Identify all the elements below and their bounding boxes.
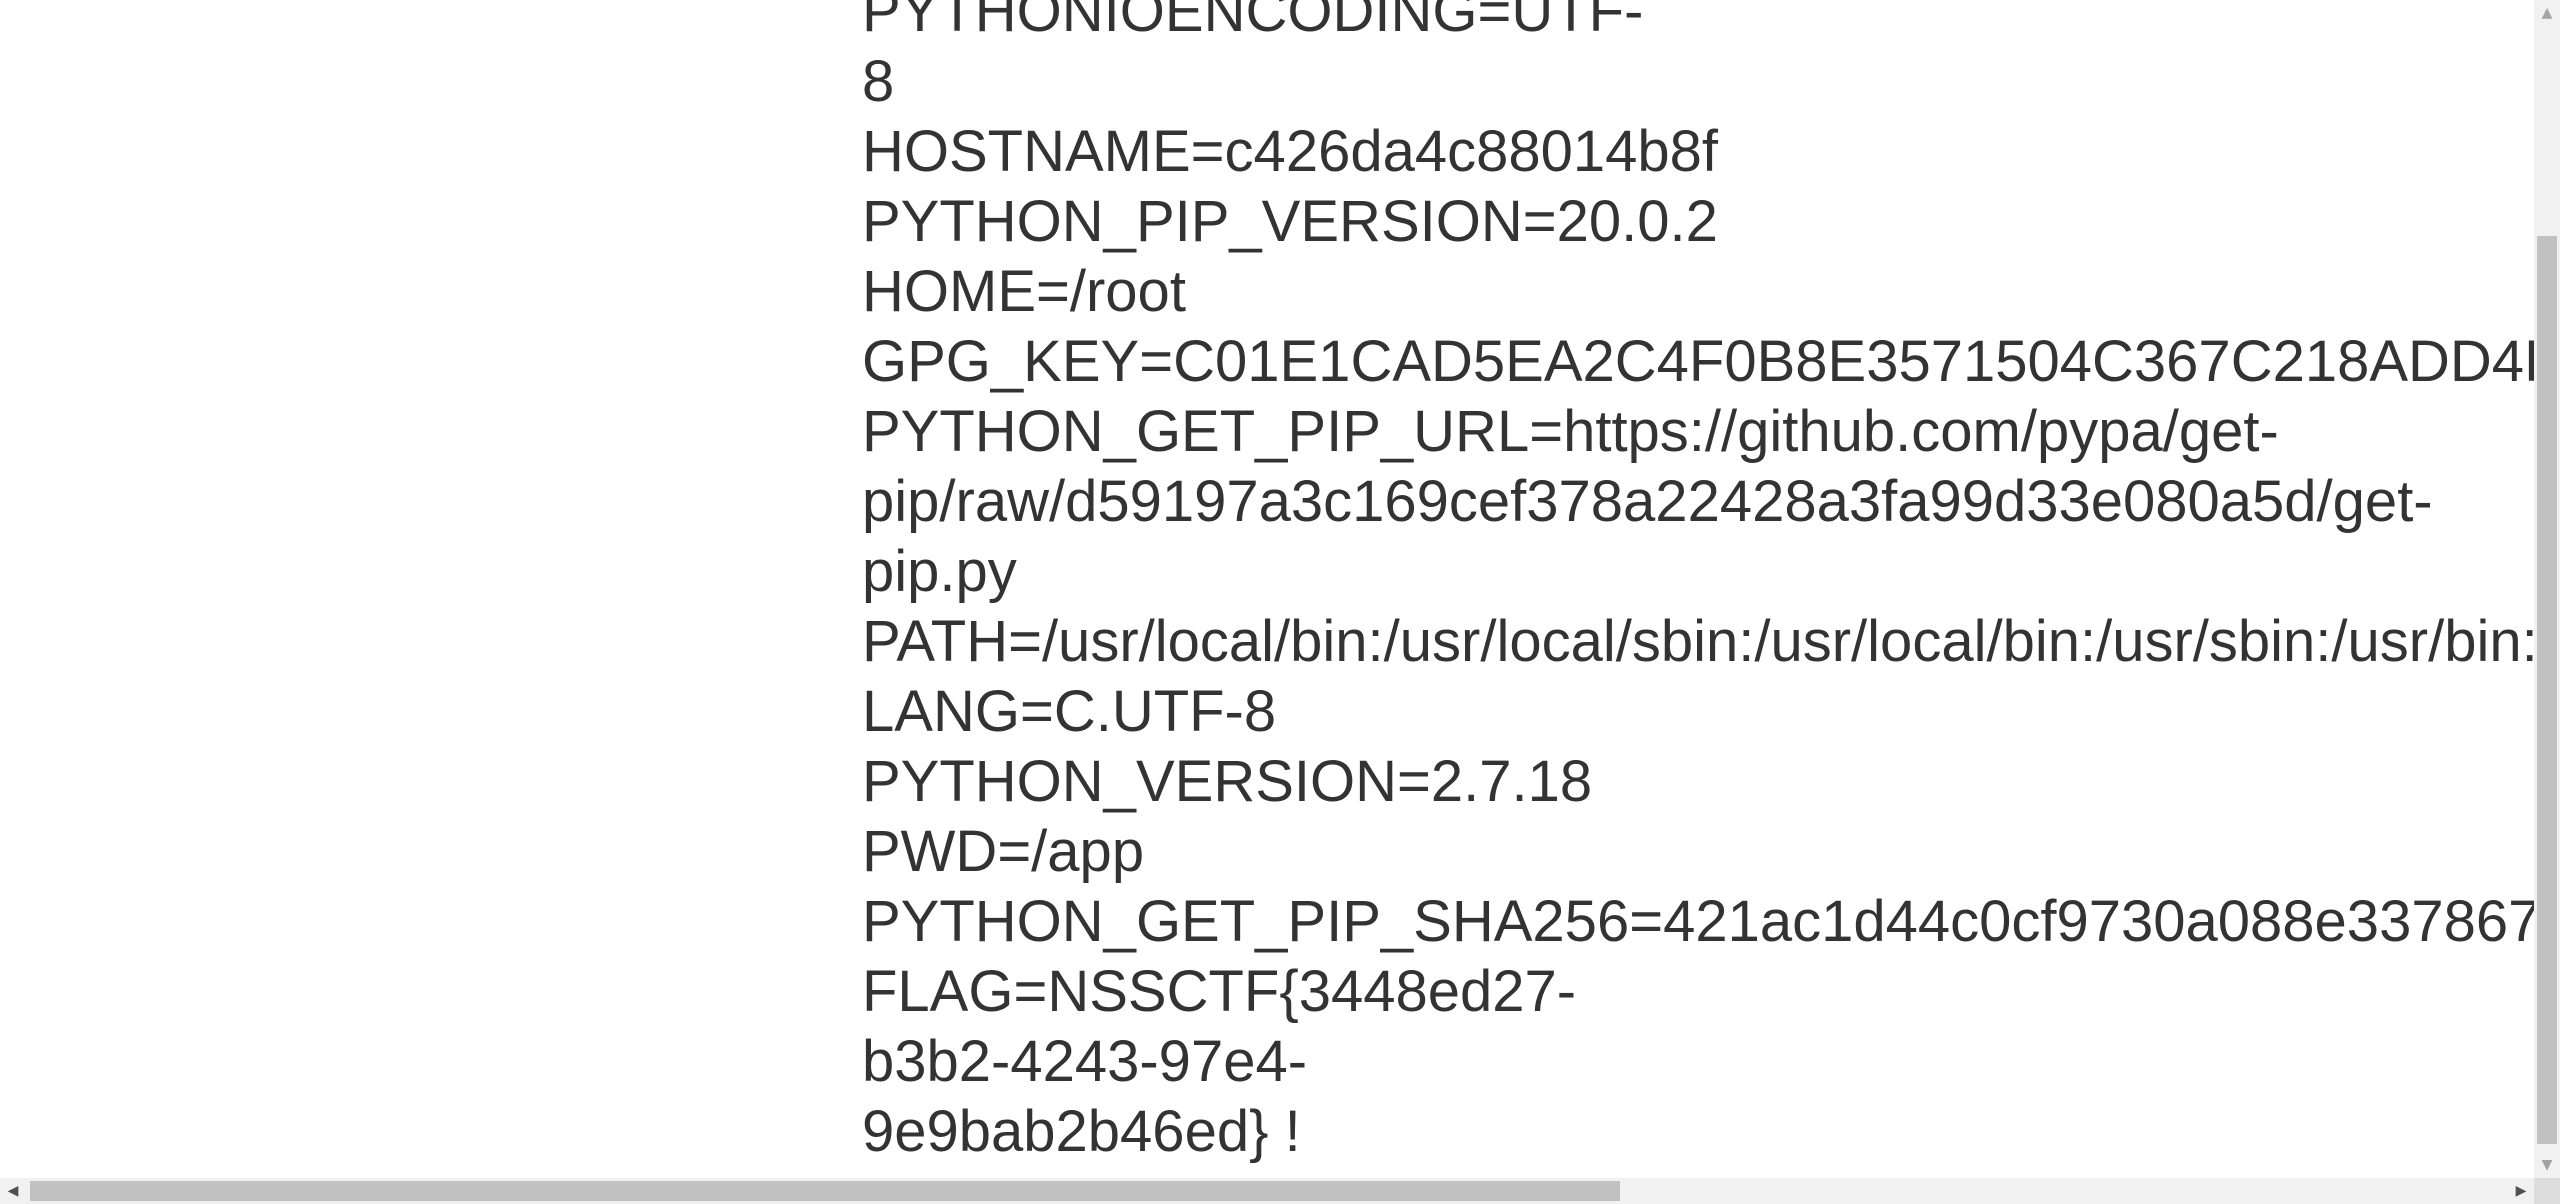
- env-line: pip/raw/d59197a3c169cef378a22428a3fa99d3…: [862, 469, 2433, 534]
- scroll-down-arrow-icon[interactable]: ▼: [2534, 1152, 2560, 1178]
- env-line: FLAG=NSSCTF{3448ed27-: [862, 959, 1577, 1024]
- env-line: PYTHON_VERSION=2.7.18: [862, 749, 1593, 814]
- horizontal-scrollbar[interactable]: ◀ ▶: [0, 1178, 2534, 1204]
- env-line: PYTHON_GET_PIP_SHA256=421ac1d44c0cf9730a…: [862, 889, 2534, 954]
- scroll-right-arrow-icon[interactable]: ▶: [2508, 1178, 2534, 1204]
- env-line: PYTHONIOENCODING=UTF-: [862, 0, 1644, 44]
- horizontal-scroll-thumb[interactable]: [30, 1181, 1620, 1201]
- scrollbar-corner: [2534, 1178, 2560, 1204]
- env-line: PWD=/app: [862, 819, 1145, 884]
- scroll-left-arrow-icon[interactable]: ◀: [0, 1178, 26, 1204]
- scroll-up-arrow-icon[interactable]: ▲: [2534, 0, 2560, 26]
- env-line: HOSTNAME=c426da4c88014b8f: [862, 119, 1719, 184]
- vertical-scrollbar[interactable]: ▲ ▼: [2534, 0, 2560, 1178]
- env-line: pip.py: [862, 539, 1017, 604]
- env-line: HOME=/root: [862, 259, 1186, 324]
- env-line: LANG=C.UTF-8: [862, 679, 1277, 744]
- env-line: GPG_KEY=C01E1CAD5EA2C4F0B8E3571504C367C2…: [862, 329, 2534, 394]
- env-line: PYTHON_PIP_VERSION=20.0.2: [862, 189, 1718, 254]
- env-line: 9e9bab2b46ed} !: [862, 1099, 1301, 1164]
- env-line: b3b2-4243-97e4-: [862, 1029, 1308, 1094]
- vertical-scroll-thumb[interactable]: [2537, 236, 2557, 1144]
- env-line: PYTHON_GET_PIP_URL=https://github.com/py…: [862, 399, 2279, 464]
- env-line: PATH=/usr/local/bin:/usr/local/sbin:/usr…: [862, 609, 2534, 674]
- page-viewport: PYTHONIOENCODING=UTF- 8 HOSTNAME=c426da4…: [0, 0, 2534, 1178]
- environment-output: PYTHONIOENCODING=UTF- 8 HOSTNAME=c426da4…: [862, 0, 2534, 1167]
- env-line: 8: [862, 49, 895, 114]
